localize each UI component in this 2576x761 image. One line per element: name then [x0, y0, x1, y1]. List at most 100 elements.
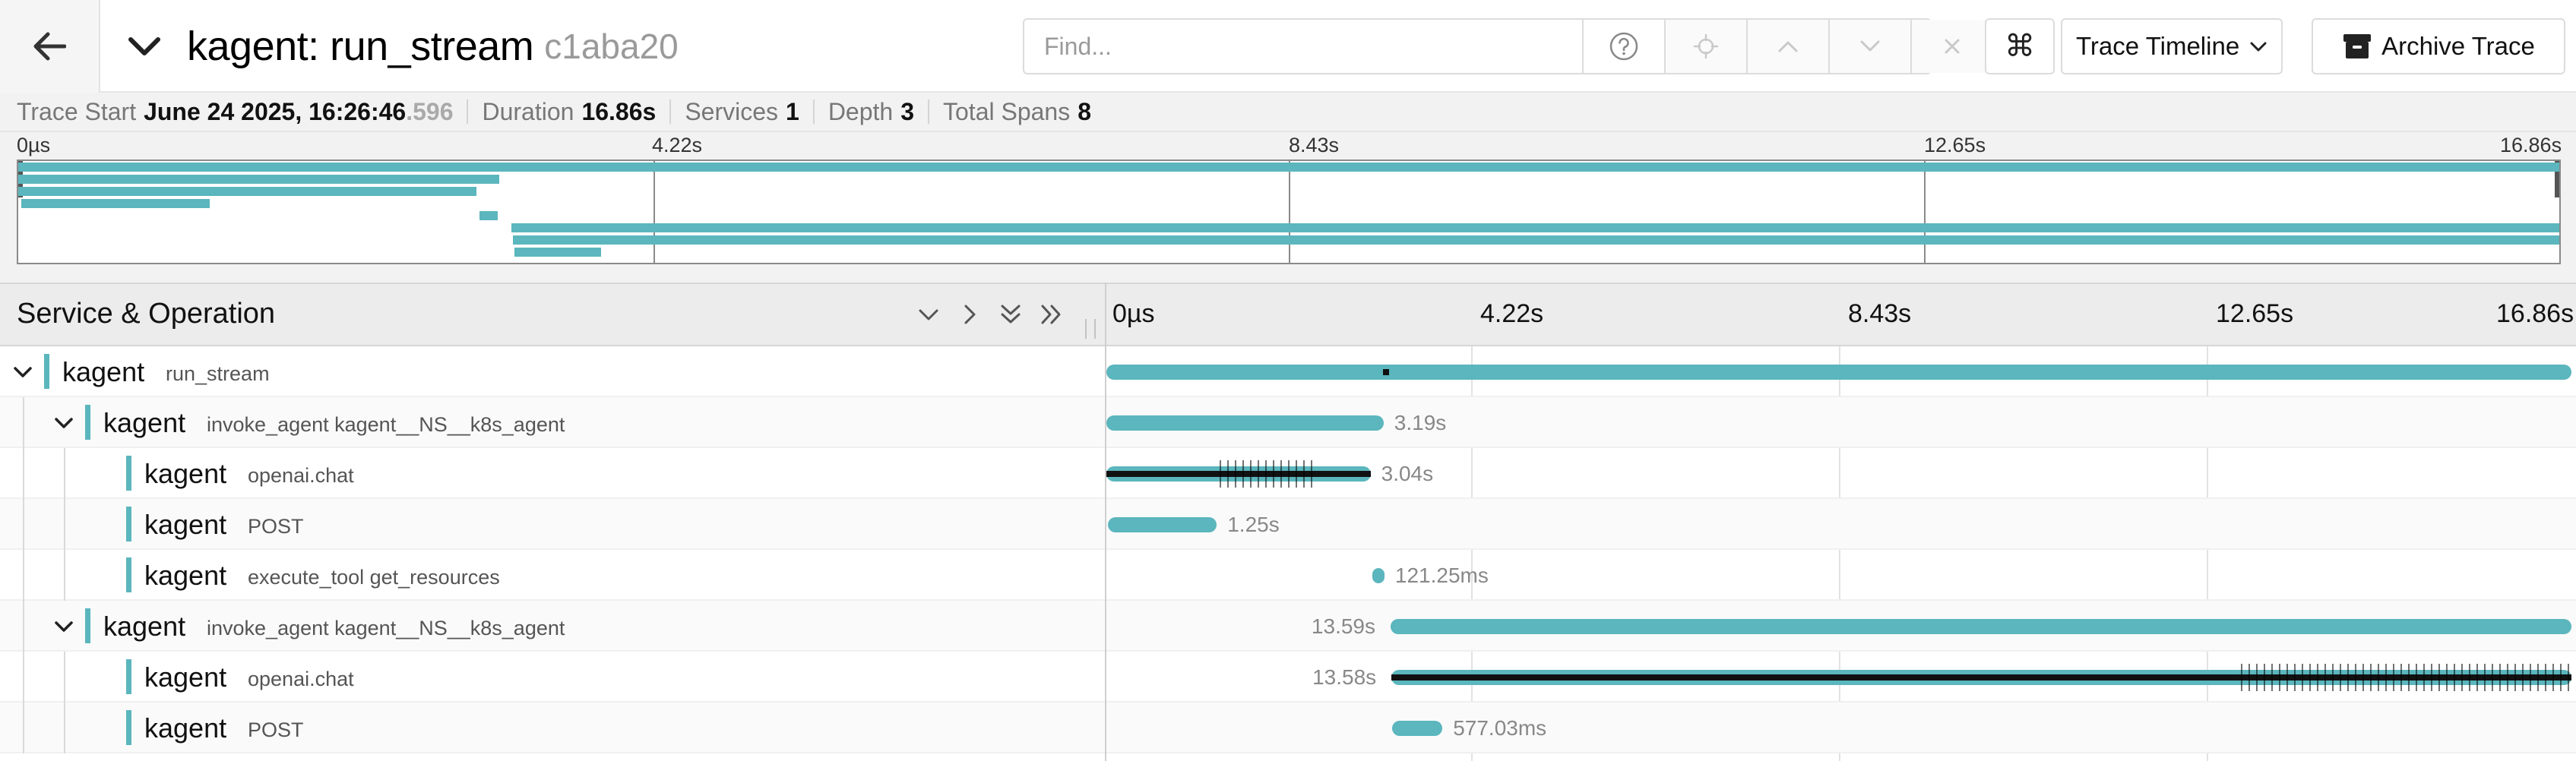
chevron-down-icon [55, 621, 73, 632]
trace-start-label: Trace Start [17, 97, 137, 125]
services-label: Services [685, 97, 779, 125]
chevron-down-icon [1860, 40, 1880, 52]
locate-span-button[interactable] [1664, 20, 1746, 73]
tree-guide [23, 499, 24, 550]
find-toolbar [1023, 18, 1992, 74]
minimap-span-bar [18, 187, 476, 196]
operation-name: execute_tool get_resources [248, 566, 500, 589]
span-bar[interactable] [1390, 619, 2571, 634]
service-color-bar [85, 405, 90, 440]
divider [669, 99, 672, 124]
minimap-span-bar [511, 223, 2559, 232]
tree-guide [64, 652, 65, 703]
span-bar[interactable] [1106, 365, 2571, 380]
span-duration-label: 13.59s [1311, 614, 1375, 638]
tree-guide [23, 448, 24, 499]
keyboard-shortcuts-button[interactable]: ⌘ [1985, 18, 2055, 74]
trace-meta: Trace Start June 24 2025, 16:26:46.596 D… [0, 93, 2576, 132]
minimap-tick: 8.43s [1289, 134, 1340, 156]
timeline-tick: 8.43s [1848, 299, 1912, 328]
service-name: kagent [103, 407, 186, 438]
tree-guide [23, 652, 24, 703]
view-type-select[interactable]: Trace Timeline [2061, 18, 2283, 74]
chevron-down-icon [14, 367, 32, 377]
trace-start-ms: .596 [406, 97, 454, 125]
span-bar[interactable] [1392, 721, 1443, 736]
span-row[interactable] [0, 499, 2576, 550]
span-duration-label: 577.03ms [1453, 716, 1547, 740]
chevron-right-icon [964, 305, 976, 324]
trace-start: Trace Start June 24 2025, 16:26:46.596 [17, 98, 453, 126]
service-name: kagent [144, 662, 227, 693]
span-toggle[interactable] [8, 357, 38, 387]
clear-find-button[interactable] [1910, 20, 1992, 73]
timeline-tick: 0µs [1112, 299, 1155, 328]
minimap-tick: 4.22s [652, 134, 703, 156]
title-area: kagent: run_stream c1aba20 [122, 18, 679, 74]
collapse-one-button[interactable] [912, 296, 945, 333]
next-match-button[interactable] [1828, 20, 1910, 73]
expand-all-button[interactable] [1035, 296, 1068, 333]
total-spans: Total Spans 8 [943, 98, 1091, 126]
minimap-canvas[interactable] [17, 159, 2561, 264]
service-color-bar [126, 557, 131, 592]
tree-guide [23, 397, 24, 448]
column-resize-handle[interactable] [1085, 319, 1096, 339]
span-toggle[interactable] [49, 611, 79, 642]
minimap-tick: 16.86s [2500, 134, 2562, 156]
tree-guide [64, 448, 65, 499]
depth-label: Depth [828, 97, 894, 125]
minimap-tick: 12.65s [1924, 134, 1986, 156]
duration: Duration 16.86s [482, 98, 656, 126]
trace-title: kagent: run_stream [187, 24, 534, 69]
column-divider [1105, 283, 1106, 761]
span-log-markers [1220, 460, 1313, 488]
span-bar[interactable] [1106, 415, 1384, 431]
trace-start-value: June 24 2025, 16:26:46 [144, 97, 407, 125]
back-button[interactable] [0, 0, 100, 93]
service-color-bar [126, 456, 131, 491]
span-log-markers [2241, 664, 2571, 691]
minimap-span-bar [512, 235, 2559, 245]
services-value: 1 [786, 97, 799, 125]
archive-icon [2343, 34, 2372, 58]
span-duration-label: 13.58s [1312, 665, 1377, 689]
timeline-tick: 16.86s [2496, 299, 2574, 328]
minimap-span-bar [18, 175, 499, 184]
find-help-button[interactable] [1582, 20, 1664, 73]
minimap-gridline [1289, 161, 1290, 263]
service-name: kagent [144, 509, 227, 540]
view-type-label: Trace Timeline [2076, 32, 2240, 60]
service-name: kagent [144, 560, 227, 591]
collapse-all-button[interactable] [994, 296, 1027, 333]
service-color-bar [44, 354, 49, 389]
span-duration-label: 3.19s [1394, 411, 1447, 434]
operation-name: POST [248, 718, 304, 741]
trace-id: c1aba20 [544, 27, 679, 66]
span-row[interactable] [0, 703, 2576, 753]
expand-one-button[interactable] [953, 296, 986, 333]
operation-name: POST [248, 515, 304, 538]
tree-guide [23, 703, 24, 753]
operation-name: run_stream [166, 362, 270, 385]
tree-guide [64, 499, 65, 550]
chevron-down-icon [55, 418, 73, 428]
double-chevron-down-icon [1001, 305, 1021, 324]
span-bar[interactable] [1108, 517, 1217, 532]
find-input[interactable] [1024, 20, 1582, 73]
collapse-header-button[interactable] [122, 24, 167, 69]
service-name: kagent [144, 458, 227, 489]
previous-match-button[interactable] [1746, 20, 1828, 73]
timeline-tick: 12.65s [2216, 299, 2294, 328]
span-toggle[interactable] [49, 408, 79, 438]
span-duration-label: 1.25s [1227, 513, 1280, 536]
archive-trace-label: Archive Trace [2381, 32, 2535, 60]
total-spans-value: 8 [1078, 97, 1092, 125]
command-icon: ⌘ [2005, 29, 2035, 64]
archive-trace-button[interactable]: Archive Trace [2312, 18, 2565, 74]
minimap-span-bar [21, 199, 210, 208]
close-icon [1945, 39, 1960, 54]
span-bar[interactable] [1372, 568, 1385, 583]
service-color-bar [85, 608, 90, 643]
timeline-header: Service & Operation 0µs 4.22s 8.43s 12.6… [0, 283, 2576, 346]
